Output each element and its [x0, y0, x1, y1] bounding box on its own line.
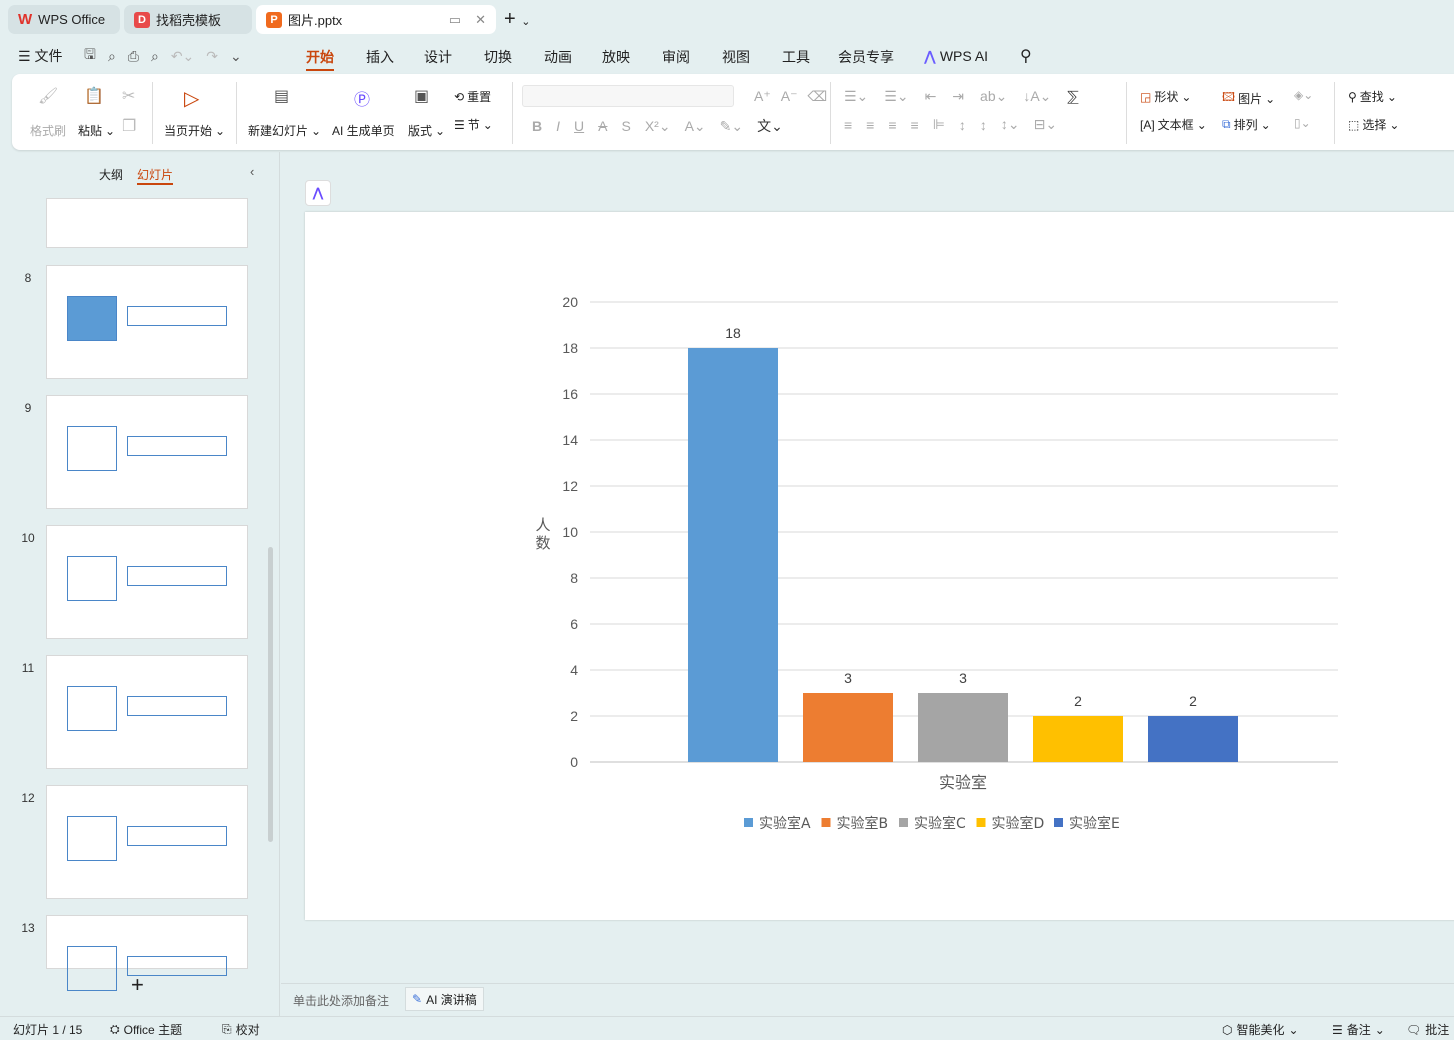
bar [803, 693, 893, 762]
beautify-button[interactable]: ⬡ 智能美化 ⌄ [1222, 1021, 1299, 1038]
y-tick-label: 4 [570, 662, 578, 678]
slide-counter: 幻灯片 1 / 15 [13, 1023, 83, 1037]
legend-swatch [899, 818, 908, 827]
legend-label: 实验室D [992, 815, 1045, 832]
data-label: 3 [959, 670, 967, 686]
notes-placeholder[interactable]: 单击此处添加备注 [293, 992, 389, 1009]
data-label: 18 [725, 325, 741, 341]
theme-icon: ⛭ [110, 1022, 120, 1036]
proof-icon: ⎘ [222, 1022, 232, 1036]
theme-button[interactable]: ⛭ Office 主题 [110, 1021, 182, 1038]
y-tick-label: 6 [570, 616, 578, 632]
bar-chart: 0 2 4 6 8 10 12 14 16 18 20 18 3 3 2 2 实验室 人数实验室A 实验室B 实验室C… [535, 294, 1338, 832]
bar [918, 693, 1008, 762]
data-label: 3 [844, 670, 852, 686]
x-category-label: 实验室 [939, 773, 987, 792]
legend-swatch [976, 818, 986, 827]
y-tick-label: 16 [562, 386, 578, 402]
y-tick-label: 20 [562, 294, 578, 310]
y-tick-label: 10 [562, 524, 578, 540]
y-axis-label: 数 [535, 534, 550, 552]
comment-icon: 🗨 [1406, 1022, 1422, 1037]
notes-icon: ☰ [1332, 1022, 1343, 1037]
y-tick-label: 0 [570, 754, 578, 770]
status-bar: 幻灯片 1 / 15 ⛭ Office 主题 ⎘ 校对 ⬡ 智能美化 ⌄ ☰ 备注 ⌄ 🗨 批… [0, 1016, 1454, 1040]
y-tick-label: 2 [570, 708, 578, 724]
notes-button[interactable]: ☰ 备注 ⌄ [1332, 1021, 1385, 1038]
legend-swatch [1054, 818, 1063, 827]
proof-button[interactable]: ⎘ 校对 [222, 1021, 260, 1038]
bar [1033, 716, 1123, 762]
legend-label: 实验室B [837, 815, 889, 832]
y-axis-label: 人 [535, 516, 550, 534]
bar [688, 348, 778, 762]
ai-script-icon: ✎ [412, 992, 423, 1006]
data-label: 2 [1189, 693, 1197, 709]
bar [1148, 716, 1238, 762]
ai-script-button[interactable]: ✎ AI 演讲稿 [405, 987, 484, 1011]
comments-button[interactable]: 🗨 批注 [1406, 1021, 1449, 1038]
beautify-icon: ⬡ [1222, 1022, 1233, 1037]
legend-swatch [821, 818, 831, 827]
y-tick-label: 18 [562, 340, 578, 356]
legend-swatch [744, 818, 753, 827]
y-tick-label: 14 [562, 432, 578, 448]
legend-label: 实验室C [914, 815, 966, 832]
y-tick-label: 8 [570, 570, 578, 586]
legend-label: 实验室A [759, 815, 811, 832]
y-tick-label: 12 [562, 478, 578, 494]
legend-label: 实验室E [1069, 815, 1120, 832]
data-label: 2 [1074, 693, 1082, 709]
